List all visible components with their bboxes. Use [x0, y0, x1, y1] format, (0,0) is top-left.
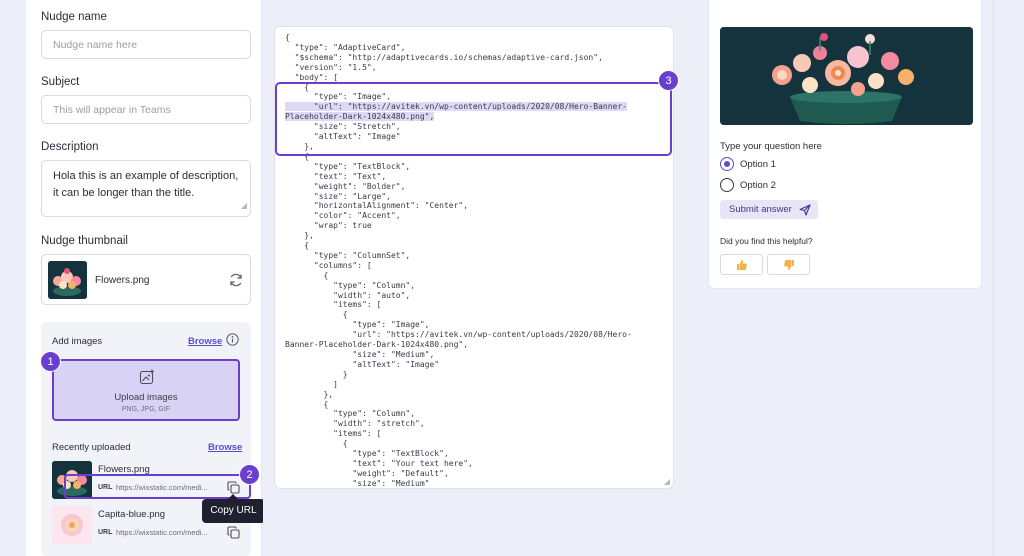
json-line: "columns": [: [285, 260, 372, 270]
json-line: "width": "auto",: [285, 290, 411, 300]
json-line: },: [285, 389, 334, 399]
thumbs-up-icon: [736, 260, 747, 270]
subject-input[interactable]: This will appear in Teams: [41, 95, 251, 124]
add-image-icon: [139, 369, 154, 385]
json-line: {: [285, 399, 329, 409]
json-line: "type": "Column",: [285, 409, 416, 419]
json-line: "type": "AdaptiveCard",: [285, 42, 406, 52]
recent-browse-link[interactable]: Browse: [208, 442, 242, 453]
json-line: {: [285, 241, 310, 251]
json-line: "type": "ColumnSet",: [285, 250, 411, 260]
option-2-label: Option 2: [740, 180, 776, 191]
json-line: "items": [: [285, 429, 382, 439]
url-value: https://wixstatic.com/medi...: [116, 528, 208, 537]
resize-handle-icon[interactable]: ◢: [241, 197, 247, 214]
description-text: Hola this is an example of description, …: [53, 170, 239, 199]
nudge-form-panel: Nudge name Nudge name here Subject This …: [26, 0, 262, 556]
upload-formats: PNG, JPG, GIF: [121, 406, 171, 413]
json-line: Banner-Placeholder-Dark-1024x480.png",: [285, 340, 469, 350]
helpful-question: Did you find this helpful?: [720, 236, 813, 246]
submit-answer-button[interactable]: Submit answer: [720, 200, 818, 219]
hero-image: [720, 27, 973, 125]
json-line: },: [285, 231, 314, 241]
step-badge: 1: [40, 351, 61, 372]
thumbnail-label: Nudge thumbnail: [41, 235, 128, 247]
copy-icon[interactable]: [227, 526, 240, 539]
json-line: "horizontalAlignment": "Center",: [285, 201, 469, 211]
json-line: "weight": "Default",: [285, 468, 449, 478]
submit-answer-label: Submit answer: [729, 204, 792, 215]
url-highlight-box: [64, 474, 251, 499]
description-textarea[interactable]: Hola this is an example of description, …: [41, 160, 251, 217]
json-line: "text": "Text",: [285, 171, 387, 181]
subject-label: Subject: [41, 76, 80, 88]
thumbs-down-icon: [783, 260, 794, 270]
thumbs-down-button[interactable]: [767, 254, 810, 275]
option-2-radio[interactable]: [720, 178, 734, 192]
json-line: "altText": "Image": [285, 359, 440, 369]
send-icon: [799, 204, 811, 216]
thumbs-up-button[interactable]: [720, 254, 763, 275]
thumbnail-field[interactable]: Flowers.png: [41, 254, 251, 305]
file-thumbnail[interactable]: [52, 506, 92, 544]
json-line: {: [285, 310, 348, 320]
right-scroll-strip: [993, 0, 1024, 556]
json-line: "url": "https://avitek.vn/wp-content/upl…: [285, 330, 632, 340]
json-line: "text": "Your text here",: [285, 458, 473, 468]
json-line: {: [285, 270, 329, 280]
json-line: }: [285, 369, 348, 379]
option-1-label: Option 1: [740, 159, 776, 170]
json-line: "width": "stretch",: [285, 419, 425, 429]
option-1-radio[interactable]: [720, 157, 734, 171]
browse-link[interactable]: Browse: [188, 336, 222, 347]
json-line: "$schema": "http://adaptivecards.io/sche…: [285, 52, 603, 62]
step-badge: 3: [658, 70, 679, 91]
resize-handle-icon[interactable]: ◢: [664, 477, 670, 486]
card-preview: Type your question here Option 1 Option …: [708, 0, 982, 289]
copy-url-tooltip: Copy URL: [202, 494, 265, 523]
add-images-title: Add images: [52, 336, 103, 347]
nudge-name-label: Nudge name: [41, 11, 107, 23]
info-icon[interactable]: [226, 333, 239, 346]
json-line: "color": "Accent",: [285, 211, 401, 221]
json-line: "version": "1.5",: [285, 62, 377, 72]
json-line: "type": "Column",: [285, 280, 416, 290]
json-line: ]: [285, 379, 338, 389]
json-line: "type": "TextBlock",: [285, 161, 411, 171]
nudge-name-input[interactable]: Nudge name here: [41, 30, 251, 59]
json-line: "size": "Medium",: [285, 350, 435, 359]
json-line: {: [285, 439, 348, 449]
json-line: "items": [: [285, 300, 382, 310]
url-label: URL: [98, 529, 113, 536]
upload-title: Upload images: [114, 392, 178, 403]
thumbnail-filename: Flowers.png: [95, 275, 150, 286]
description-label: Description: [41, 141, 99, 153]
json-line: "size": "Medium": [285, 478, 430, 488]
step-badge: 2: [239, 464, 260, 485]
question-text: Type your question here: [720, 141, 822, 152]
file-name: Capita-blue.png: [98, 509, 166, 520]
recently-uploaded-title: Recently uploaded: [52, 442, 131, 453]
json-highlight-box: [275, 82, 672, 156]
json-line: {: [285, 33, 290, 42]
json-line: "type": "Image",: [285, 320, 430, 330]
thumbnail-image: [48, 261, 87, 299]
upload-images-dropzone[interactable]: Upload images PNG, JPG, GIF: [52, 359, 240, 421]
json-line: "wrap": true: [285, 221, 372, 231]
json-line: "size": "Large",: [285, 191, 391, 201]
json-line: "type": "TextBlock",: [285, 449, 449, 459]
json-line: "weight": "Bolder",: [285, 181, 406, 191]
refresh-icon[interactable]: [228, 272, 244, 288]
